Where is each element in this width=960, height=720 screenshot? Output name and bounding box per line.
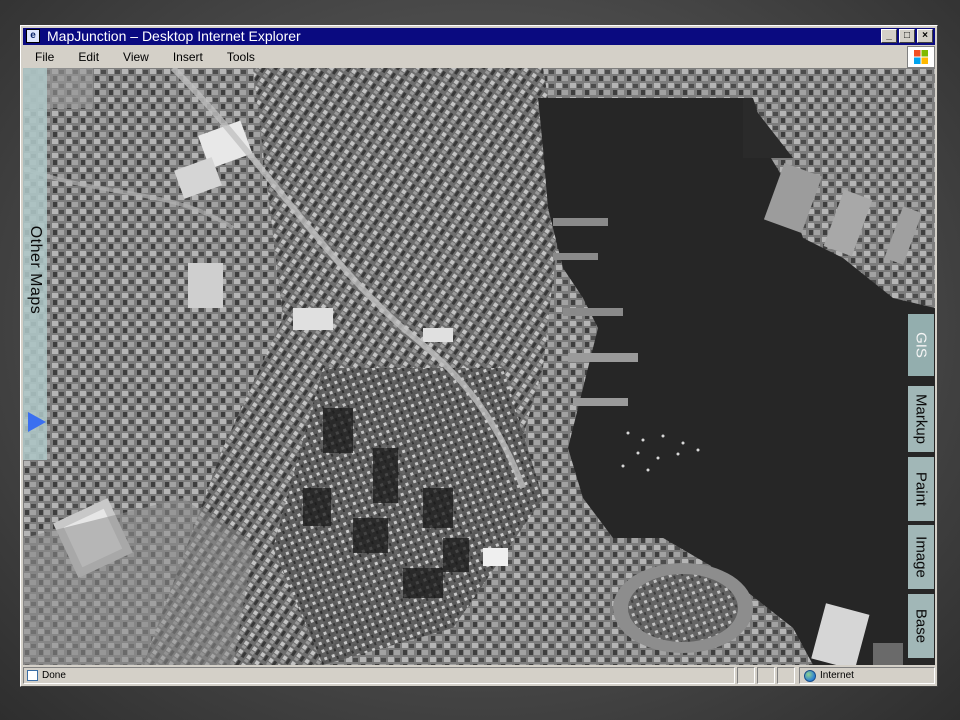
- menu-bar: File Edit View Insert Tools: [23, 47, 935, 67]
- status-zone-pane: Internet: [799, 667, 935, 684]
- tab-image[interactable]: Image: [908, 525, 934, 589]
- window-controls: _ □ ×: [881, 29, 933, 43]
- browser-window: e MapJunction – Desktop Internet Explore…: [20, 25, 938, 687]
- status-done-pane: Done: [23, 667, 735, 684]
- map-view[interactable]: [23, 68, 935, 665]
- other-maps-panel[interactable]: Other Maps: [23, 68, 47, 460]
- window-title: MapJunction – Desktop Internet Explorer: [47, 28, 301, 44]
- status-pane: [737, 667, 755, 684]
- status-pane: [777, 667, 795, 684]
- menu-file[interactable]: File: [23, 50, 66, 64]
- ie-icon: e: [26, 29, 40, 43]
- play-right-icon[interactable]: [28, 412, 46, 432]
- windows-logo-icon: [907, 46, 935, 68]
- status-bar: Done Internet: [23, 667, 935, 684]
- menu-insert[interactable]: Insert: [161, 50, 215, 64]
- tab-base[interactable]: Base: [908, 594, 934, 658]
- tab-markup[interactable]: Markup: [908, 386, 934, 452]
- aerial-map: [23, 68, 935, 665]
- status-text: Done: [42, 670, 66, 681]
- page-icon: [27, 670, 38, 681]
- minimize-button[interactable]: _: [881, 29, 897, 43]
- menu-tools[interactable]: Tools: [215, 50, 267, 64]
- zone-text: Internet: [820, 670, 854, 681]
- globe-icon: [804, 670, 816, 682]
- other-maps-label: Other Maps: [27, 225, 44, 315]
- title-bar[interactable]: e MapJunction – Desktop Internet Explore…: [23, 28, 935, 45]
- status-pane: [757, 667, 775, 684]
- close-button[interactable]: ×: [917, 29, 933, 43]
- tab-paint[interactable]: Paint: [908, 457, 934, 521]
- menu-view[interactable]: View: [111, 50, 161, 64]
- tab-gis[interactable]: GIS: [908, 314, 934, 376]
- maximize-button[interactable]: □: [899, 29, 915, 43]
- menu-edit[interactable]: Edit: [66, 50, 111, 64]
